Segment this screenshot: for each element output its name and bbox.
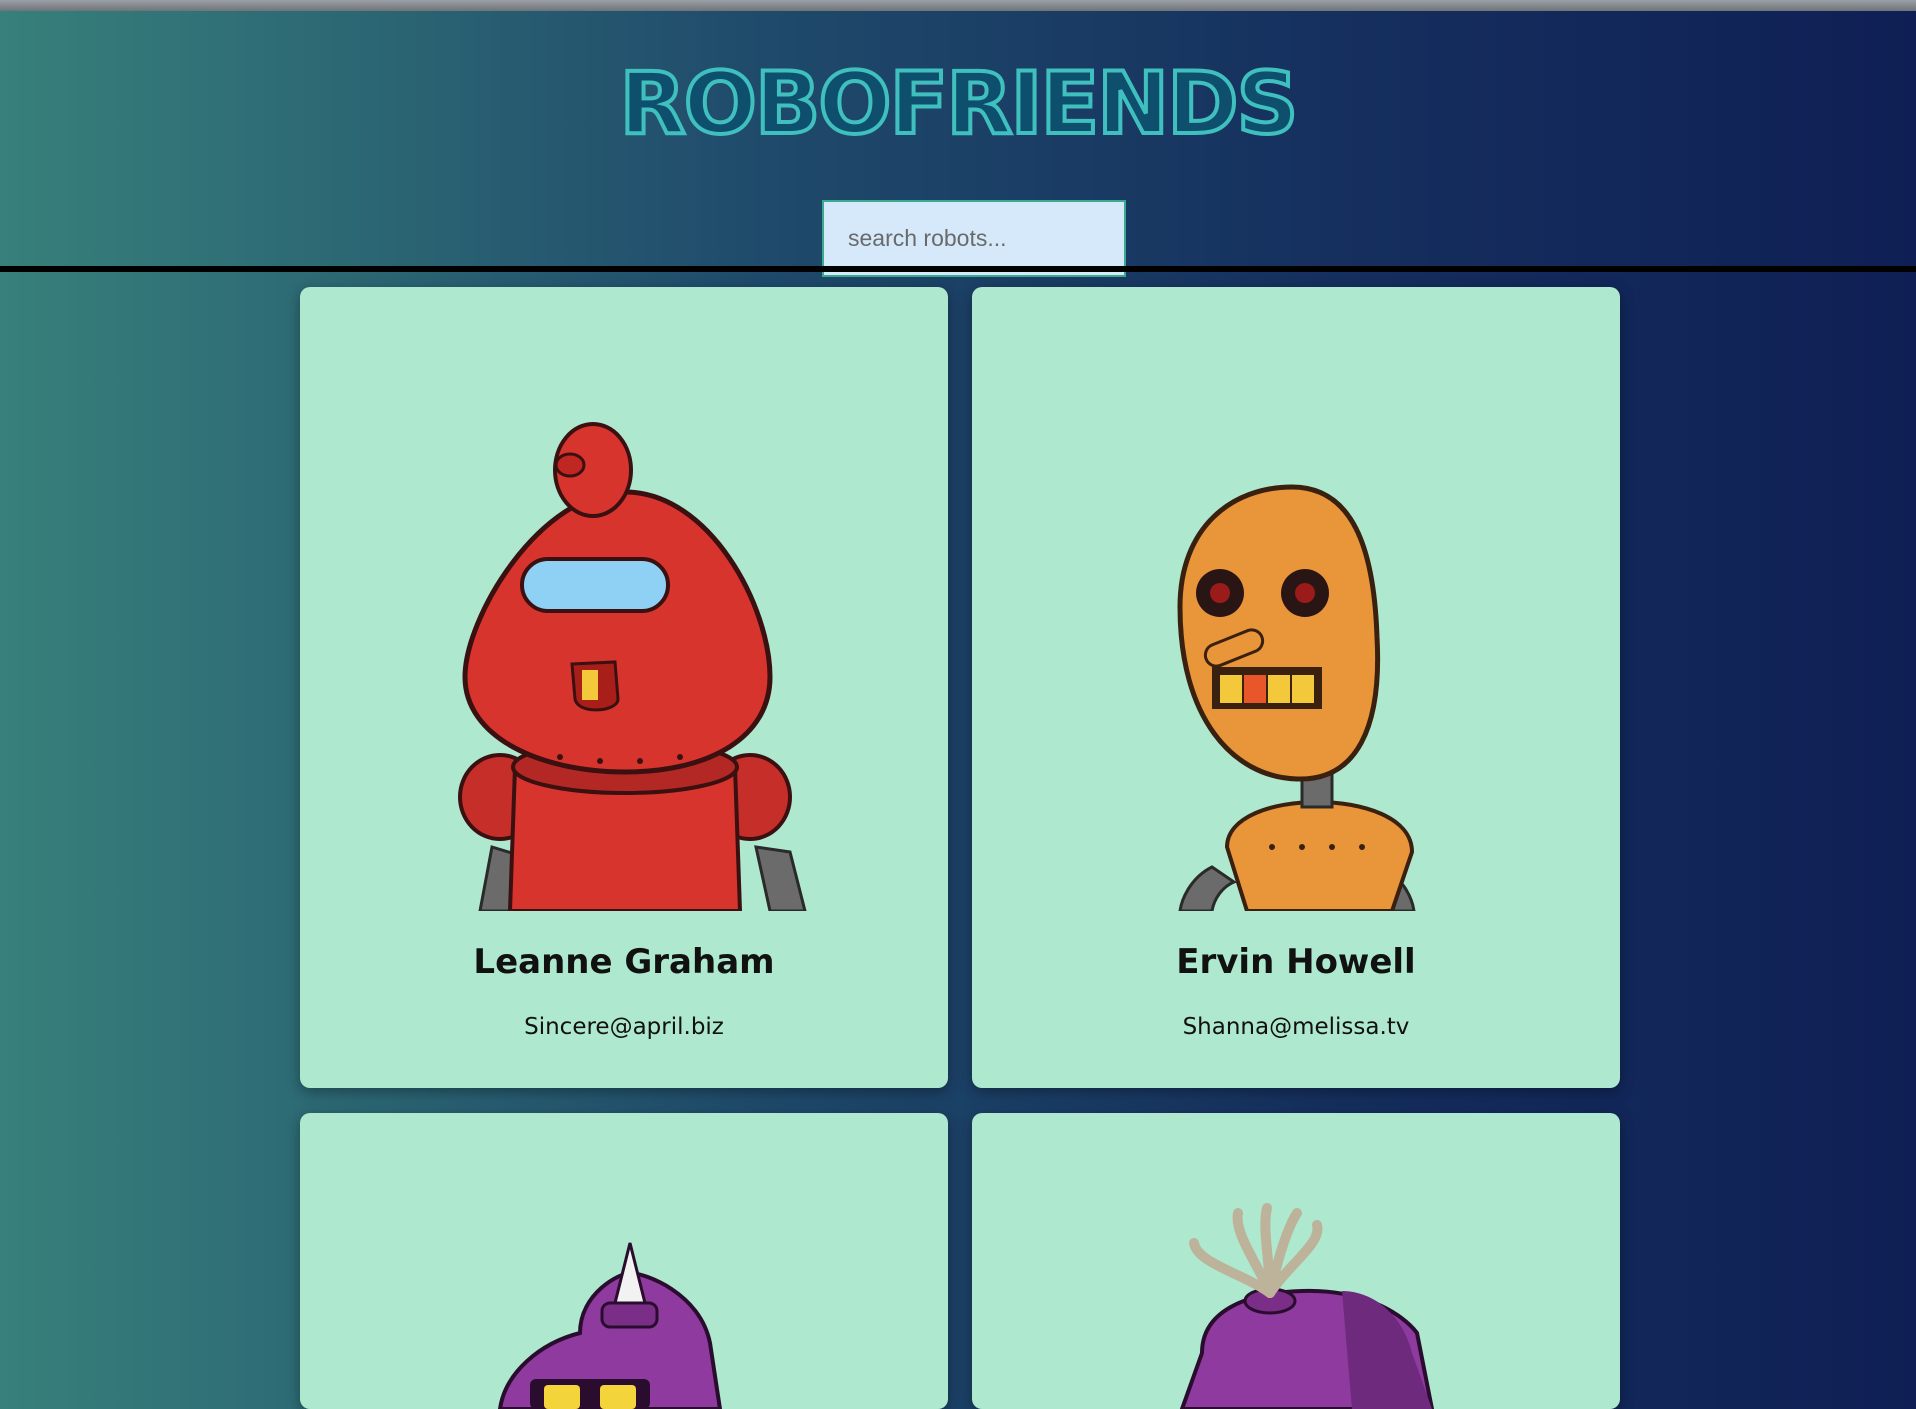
- app-logo-title: ROBOFRIENDS: [617, 54, 1300, 154]
- robot-email: Sincere@april.biz: [524, 1014, 724, 1040]
- purple-antenna-robot-icon: [1179, 1203, 1435, 1409]
- robot-email: Shanna@melissa.tv: [1182, 1014, 1410, 1040]
- red-robot-icon: [458, 422, 807, 911]
- app-header: ROBOFRIENDS: [0, 11, 1916, 277]
- robot-card[interactable]: [300, 1113, 948, 1409]
- robot-card[interactable]: Ervin Howell Shanna@melissa.tv: [972, 287, 1620, 1088]
- orange-robot-icon: [1177, 484, 1416, 911]
- purple-horned-robot-icon: [497, 1242, 723, 1409]
- header-divider: [0, 266, 1916, 272]
- robot-name: Leanne Graham: [473, 942, 775, 982]
- robot-card[interactable]: Leanne Graham Sincere@april.biz: [300, 287, 948, 1088]
- browser-top-strip: [0, 0, 1916, 11]
- robot-card[interactable]: [972, 1113, 1620, 1409]
- robot-name: Ervin Howell: [1176, 942, 1416, 982]
